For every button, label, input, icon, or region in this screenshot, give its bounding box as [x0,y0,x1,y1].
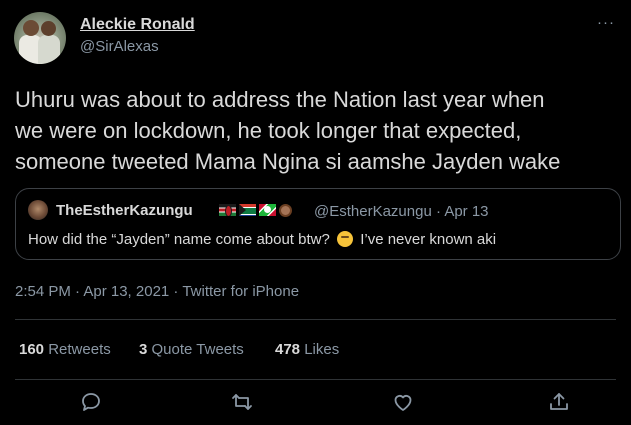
reply-button[interactable] [79,390,103,414]
reply-icon [82,393,100,411]
more-options-button[interactable]: ··· [597,14,615,31]
retweet-button[interactable] [230,390,254,414]
quoted-text-part-1: How did the “Jayden” name come about btw… [28,231,330,248]
like-icon [394,395,412,411]
quoted-tweet-date: Apr 13 [444,203,489,220]
quote-tweets-count: 3 [139,341,148,358]
like-button[interactable] [391,390,415,414]
retweets-count: 160 [19,341,45,358]
quote-tweets-label: Quote Tweets [151,341,244,358]
divider [15,379,616,380]
quoted-author-handle: @EstherKazungu [314,203,432,220]
meta-separator: · [435,203,441,220]
quoted-text-part-2: I’ve never known aki [360,231,497,248]
divider [15,319,616,320]
woman-emoji-icon [279,203,292,217]
quoted-author-meta: @EstherKazungu · Apr 13 [314,203,489,220]
likes-label: Likes [304,341,340,358]
quoted-tweet[interactable]: TheEstherKazungu @EstherKazungu · Apr 13… [15,188,621,260]
retweets-label: Retweets [48,341,111,358]
quoted-author-display-name: TheEstherKazungu [56,202,193,219]
tweet-timestamp[interactable]: 2:54 PM · Apr 13, 2021 · Twitter for iPh… [15,283,299,300]
author-handle[interactable]: @SirAlexas [80,38,159,55]
likes-stat[interactable]: 478 Likes [275,341,339,358]
retweets-stat[interactable]: 160 Retweets [19,341,111,358]
tweet: Aleckie Ronald @SirAlexas ··· Uhuru was … [0,0,631,425]
author-avatar[interactable] [14,12,66,64]
name-emoji-group [219,203,292,217]
quote-tweets-stat[interactable]: 3 Quote Tweets [139,341,244,358]
quoted-tweet-text: How did the “Jayden” name come about btw… [28,231,496,248]
kenya-flag-icon [219,204,236,216]
share-button[interactable] [547,390,571,414]
likes-count: 478 [275,341,301,358]
quoted-author-avatar [28,200,48,220]
share-icon [550,393,568,410]
burundi-flag-icon [259,204,276,216]
south-africa-flag-icon [239,204,256,216]
tweet-text: Uhuru was about to address the Nation la… [15,87,561,174]
thinking-face-icon [337,231,354,247]
retweet-icon [232,394,252,410]
author-display-name[interactable]: Aleckie Ronald [80,16,195,34]
